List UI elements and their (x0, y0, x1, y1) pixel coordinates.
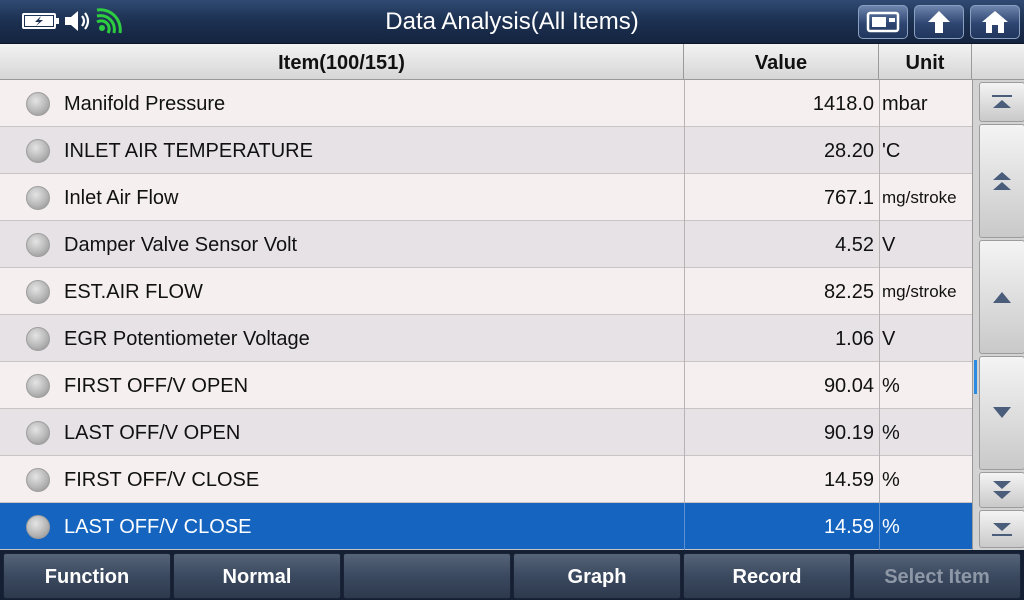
row-unit: V (882, 328, 896, 350)
row-value: 14.59 (823, 516, 874, 538)
header-value: Value (684, 44, 879, 80)
battery-charging-icon (22, 13, 59, 29)
screenshot-button[interactable] (858, 5, 908, 39)
row-radio[interactable] (26, 92, 50, 116)
table-row[interactable]: Damper Valve Sensor Volt 4.52 V (0, 221, 972, 268)
row-unit: % (882, 469, 900, 491)
normal-button[interactable]: Normal (173, 553, 341, 599)
status-icons (22, 8, 124, 34)
blank-button[interactable] (343, 553, 511, 599)
row-radio[interactable] (26, 327, 50, 351)
row-unit: 'C (882, 140, 901, 162)
row-radio[interactable] (26, 421, 50, 445)
line-down-icon (993, 407, 1011, 418)
row-item-name: EGR Potentiometer Voltage (64, 328, 310, 350)
scroll-top-icon (992, 95, 1012, 108)
row-unit: % (882, 516, 900, 538)
row-radio[interactable] (26, 186, 50, 210)
row-value: 1418.0 (812, 93, 874, 115)
table-row[interactable]: FIRST OFF/V CLOSE 14.59 % (0, 456, 972, 503)
row-unit: V (882, 234, 896, 256)
row-unit: mg/stroke (882, 282, 957, 301)
speaker-icon (65, 11, 90, 31)
graph-button[interactable]: Graph (513, 553, 681, 599)
page-up-icon (993, 172, 1011, 190)
table-row[interactable]: FIRST OFF/V OPEN 90.04 % (0, 362, 972, 409)
table-row[interactable]: EGR Potentiometer Voltage 1.06 V (0, 315, 972, 362)
row-item-name: Inlet Air Flow (64, 187, 179, 209)
scroll-bottom-icon (992, 523, 1012, 536)
home-button[interactable] (970, 5, 1020, 39)
row-radio[interactable] (26, 280, 50, 304)
row-item-name: Damper Valve Sensor Volt (64, 234, 298, 256)
row-unit: mg/stroke (882, 188, 957, 207)
home-icon (982, 11, 1008, 33)
wifi-icon (96, 8, 122, 34)
row-radio[interactable] (26, 468, 50, 492)
back-arrow-icon (928, 11, 950, 33)
record-button[interactable]: Record (683, 553, 851, 599)
row-radio[interactable] (26, 139, 50, 163)
row-item-name: LAST OFF/V OPEN (64, 422, 241, 444)
table-row[interactable]: Manifold Pressure 1418.0 mbar (0, 80, 972, 127)
function-button[interactable]: Function (3, 553, 171, 599)
page-down-icon (993, 481, 1011, 499)
scroll-bottom-button[interactable] (979, 510, 1024, 548)
row-value: 28.20 (823, 140, 874, 162)
table-row[interactable]: Inlet Air Flow 767.1 mg/stroke (0, 174, 972, 221)
row-item-name: Manifold Pressure (64, 93, 226, 115)
row-value: 4.52 (835, 234, 874, 256)
row-radio[interactable] (26, 515, 50, 539)
row-item-name: EST.AIR FLOW (64, 281, 203, 303)
data-table: Item(100/151) Value Unit Manifold Pressu… (0, 44, 1024, 550)
select-item-button[interactable]: Select Item (853, 553, 1021, 599)
row-value: 82.25 (823, 281, 874, 303)
row-value: 90.19 (823, 422, 874, 444)
table-row[interactable]: LAST OFF/V OPEN 90.19 % (0, 409, 972, 456)
table-row[interactable]: INLET AIR TEMPERATURE 28.20 'C (0, 127, 972, 174)
header-item: Item(100/151) (0, 44, 684, 80)
line-up-button[interactable] (979, 240, 1024, 354)
scroll-panel (972, 80, 1024, 550)
table-row[interactable]: EST.AIR FLOW 82.25 mg/stroke (0, 268, 972, 315)
row-value: 1.06 (835, 328, 874, 350)
row-unit: % (882, 375, 900, 397)
table-header: Item(100/151) Value Unit (0, 44, 1024, 80)
row-value: 14.59 (823, 469, 874, 491)
bottom-toolbar: Function Normal Graph Record Select Item (0, 550, 1024, 600)
header-scroll-spacer (972, 44, 1024, 80)
back-button[interactable] (914, 5, 964, 39)
row-radio[interactable] (26, 374, 50, 398)
row-radio[interactable] (26, 233, 50, 257)
row-unit: % (882, 422, 900, 444)
title-bar: Data Analysis(All Items) (0, 0, 1024, 44)
line-down-button[interactable] (979, 356, 1024, 470)
screenshot-icon (866, 11, 900, 33)
row-item-name: FIRST OFF/V OPEN (64, 375, 249, 397)
table-row-selected[interactable]: LAST OFF/V CLOSE 14.59 % (0, 503, 972, 550)
page-title: Data Analysis(All Items) (385, 8, 639, 35)
scroll-top-button[interactable] (979, 82, 1024, 122)
row-value: 90.04 (823, 375, 874, 397)
line-up-icon (993, 292, 1011, 303)
table-rows: Manifold Pressure 1418.0 mbar INLET AIR … (0, 80, 972, 550)
row-item-name: INLET AIR TEMPERATURE (64, 140, 313, 162)
page-down-button[interactable] (979, 472, 1024, 508)
header-unit: Unit (879, 44, 972, 80)
row-item-name: LAST OFF/V CLOSE (64, 516, 252, 538)
scroll-position-indicator[interactable] (974, 360, 977, 394)
row-unit: mbar (882, 93, 928, 115)
row-item-name: FIRST OFF/V CLOSE (64, 469, 260, 491)
page-up-button[interactable] (979, 124, 1024, 238)
row-value: 767.1 (823, 187, 874, 209)
